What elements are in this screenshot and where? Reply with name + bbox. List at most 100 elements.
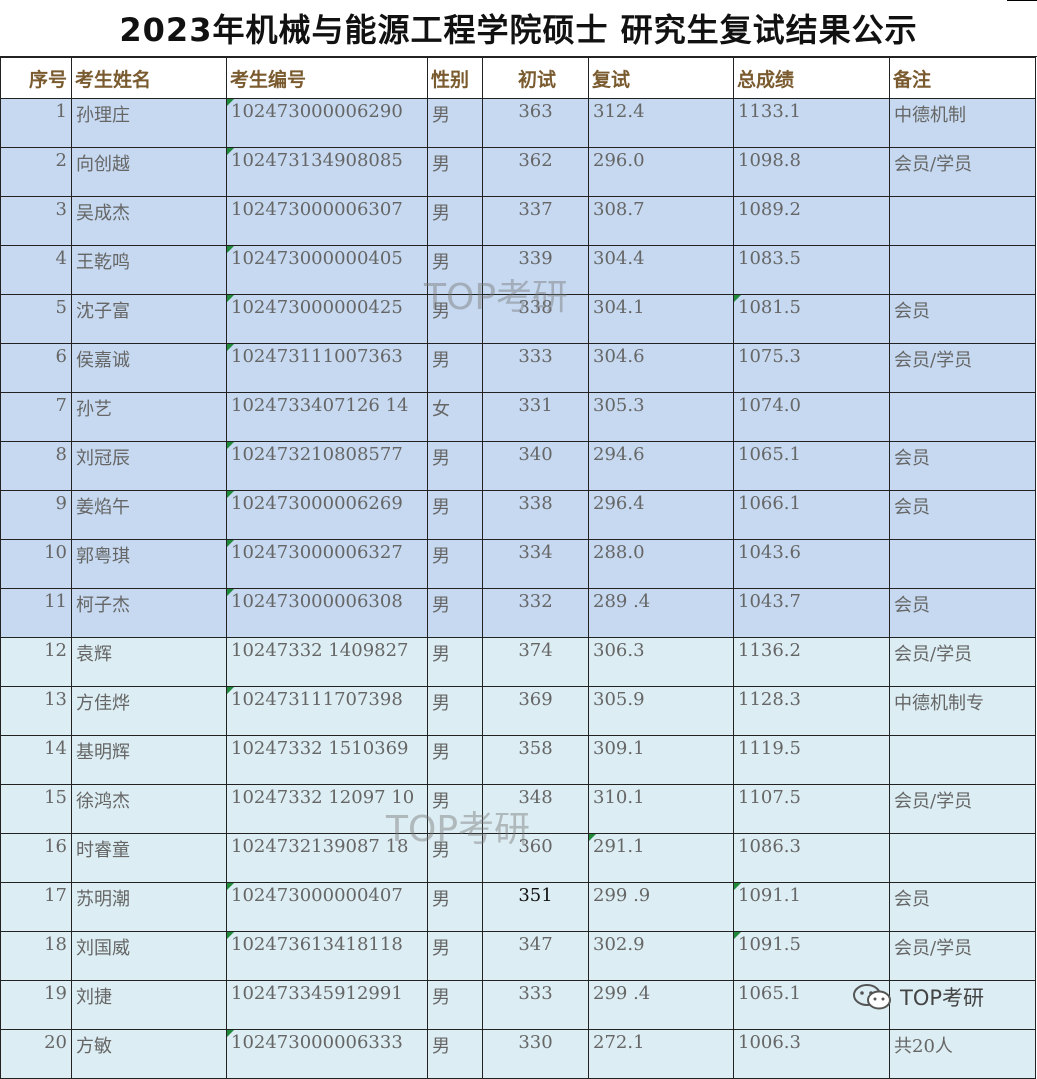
initial-score[interactable]: 339 [482, 245, 589, 295]
candidate-id[interactable]: 102473210808577 [226, 441, 428, 491]
candidate-sex[interactable]: 男 [427, 490, 483, 540]
candidate-id[interactable]: 102473613418118 [226, 931, 428, 981]
row-number[interactable]: 18 [0, 931, 72, 981]
row-number[interactable]: 4 [0, 245, 72, 295]
candidate-sex[interactable]: 男 [427, 735, 483, 785]
header-score2[interactable]: 复试 [588, 57, 734, 99]
candidate-id[interactable]: 10247332 1409827 [226, 637, 428, 687]
retest-score[interactable]: 309.1 [588, 735, 734, 785]
retest-score[interactable]: 304.6 [588, 343, 734, 393]
candidate-id[interactable]: 102473000000405 [226, 245, 428, 295]
retest-score[interactable]: 294.6 [588, 441, 734, 491]
total-score[interactable]: 1081.5 [733, 294, 890, 344]
table-row[interactable]: 18 刘国威 102473613418118 男 347 302.9 1091.5 会员/学员 [0, 931, 1036, 981]
initial-score[interactable]: 369 [482, 686, 589, 736]
retest-score[interactable]: 304.1 [588, 294, 734, 344]
total-score[interactable]: 1086.3 [733, 833, 890, 883]
candidate-id[interactable]: 102473000006307 [226, 196, 428, 246]
note[interactable]: 中德机制 [889, 98, 1036, 148]
total-score[interactable]: 1066.1 [733, 490, 890, 540]
table-row[interactable]: 5 沈子富 102473000000425 男 338 304.1 1081.5 会员 [0, 294, 1036, 344]
candidate-name[interactable]: 苏明潮 [71, 882, 227, 932]
candidate-name[interactable]: 方敏 [71, 1029, 227, 1079]
note[interactable]: 会员/学员 [889, 931, 1036, 981]
total-score[interactable]: 1098.8 [733, 147, 890, 197]
row-number[interactable]: 16 [0, 833, 72, 883]
note[interactable]: 会员/学员 [889, 147, 1036, 197]
table-row[interactable]: 7 孙艺 1024733407126 14 女 331 305.3 1074.0 [0, 392, 1036, 442]
retest-score[interactable]: 304.4 [588, 245, 734, 295]
table-row[interactable]: 3 吴成杰 102473000006307 男 337 308.7 1089.2 [0, 196, 1036, 246]
candidate-sex[interactable]: 男 [427, 931, 483, 981]
total-score[interactable]: 1136.2 [733, 637, 890, 687]
retest-score[interactable]: 296.4 [588, 490, 734, 540]
note[interactable]: 会员/学员 [889, 637, 1036, 687]
note[interactable] [889, 833, 1036, 883]
retest-score[interactable]: 305.3 [588, 392, 734, 442]
initial-score[interactable]: 330 [482, 1029, 589, 1079]
retest-score[interactable]: 312.4 [588, 98, 734, 148]
note[interactable]: 会员 [889, 294, 1036, 344]
candidate-name[interactable]: 吴成杰 [71, 196, 227, 246]
table-row[interactable]: 13 方佳烨 102473111707398 男 369 305.9 1128.3 中德机制专 [0, 686, 1036, 736]
candidate-name[interactable]: 袁辉 [71, 637, 227, 687]
initial-score[interactable]: 334 [482, 539, 589, 589]
candidate-name[interactable]: 徐鸿杰 [71, 784, 227, 834]
candidate-id[interactable]: 102473000000425 [226, 294, 428, 344]
row-number[interactable]: 17 [0, 882, 72, 932]
note[interactable]: 共20人 [889, 1029, 1036, 1079]
initial-score[interactable]: 333 [482, 980, 589, 1030]
row-number[interactable]: 6 [0, 343, 72, 393]
row-number[interactable]: 10 [0, 539, 72, 589]
note[interactable]: 会员/学员 [889, 343, 1036, 393]
total-score[interactable]: 1075.3 [733, 343, 890, 393]
note[interactable] [889, 392, 1036, 442]
row-number[interactable]: 11 [0, 588, 72, 638]
total-score[interactable]: 1089.2 [733, 196, 890, 246]
initial-score[interactable]: 337 [482, 196, 589, 246]
table-row[interactable]: 16 时睿童 1024732139087 18 男 360 291.1 1086.3 [0, 833, 1036, 883]
total-score[interactable]: 1083.5 [733, 245, 890, 295]
initial-score[interactable]: 333 [482, 343, 589, 393]
candidate-id[interactable]: 102473134908085 [226, 147, 428, 197]
candidate-id[interactable]: 102473111007363 [226, 343, 428, 393]
note[interactable]: 会员/学员 [889, 784, 1036, 834]
retest-score[interactable]: 306.3 [588, 637, 734, 687]
candidate-name[interactable]: 沈子富 [71, 294, 227, 344]
total-score[interactable]: 1119.5 [733, 735, 890, 785]
retest-score[interactable]: 289 .4 [588, 588, 734, 638]
total-score[interactable]: 1043.7 [733, 588, 890, 638]
candidate-sex[interactable]: 男 [427, 147, 483, 197]
total-score[interactable]: 1091.5 [733, 931, 890, 981]
candidate-id[interactable]: 102473000006327 [226, 539, 428, 589]
candidate-sex[interactable]: 女 [427, 392, 483, 442]
candidate-name[interactable]: 向创越 [71, 147, 227, 197]
table-row[interactable]: 10 郭粤琪 102473000006327 男 334 288.0 1043.6 [0, 539, 1036, 589]
candidate-id[interactable]: 102473111707398 [226, 686, 428, 736]
candidate-name[interactable]: 柯子杰 [71, 588, 227, 638]
note[interactable] [889, 245, 1036, 295]
initial-score[interactable]: 338 [482, 294, 589, 344]
note[interactable]: 中德机制专 [889, 686, 1036, 736]
retest-score[interactable]: 308.7 [588, 196, 734, 246]
total-score[interactable]: 1074.0 [733, 392, 890, 442]
candidate-sex[interactable]: 男 [427, 784, 483, 834]
header-name[interactable]: 考生姓名 [71, 57, 227, 99]
initial-score[interactable]: 332 [482, 588, 589, 638]
initial-score[interactable]: 374 [482, 637, 589, 687]
candidate-id[interactable]: 1024732139087 18 [226, 833, 428, 883]
candidate-id[interactable]: 102473000000407 [226, 882, 428, 932]
retest-score[interactable]: 291.1 [588, 833, 734, 883]
note[interactable]: 会员 [889, 882, 1036, 932]
total-score[interactable]: 1128.3 [733, 686, 890, 736]
candidate-sex[interactable]: 男 [427, 98, 483, 148]
header-score1[interactable]: 初试 [482, 57, 589, 99]
candidate-sex[interactable]: 男 [427, 196, 483, 246]
row-number[interactable]: 1 [0, 98, 72, 148]
note[interactable] [889, 539, 1036, 589]
row-number[interactable]: 20 [0, 1029, 72, 1079]
initial-score[interactable]: 351 [482, 882, 589, 932]
retest-score[interactable]: 299 .9 [588, 882, 734, 932]
total-score[interactable]: 1006.3 [733, 1029, 890, 1079]
initial-score[interactable]: 362 [482, 147, 589, 197]
